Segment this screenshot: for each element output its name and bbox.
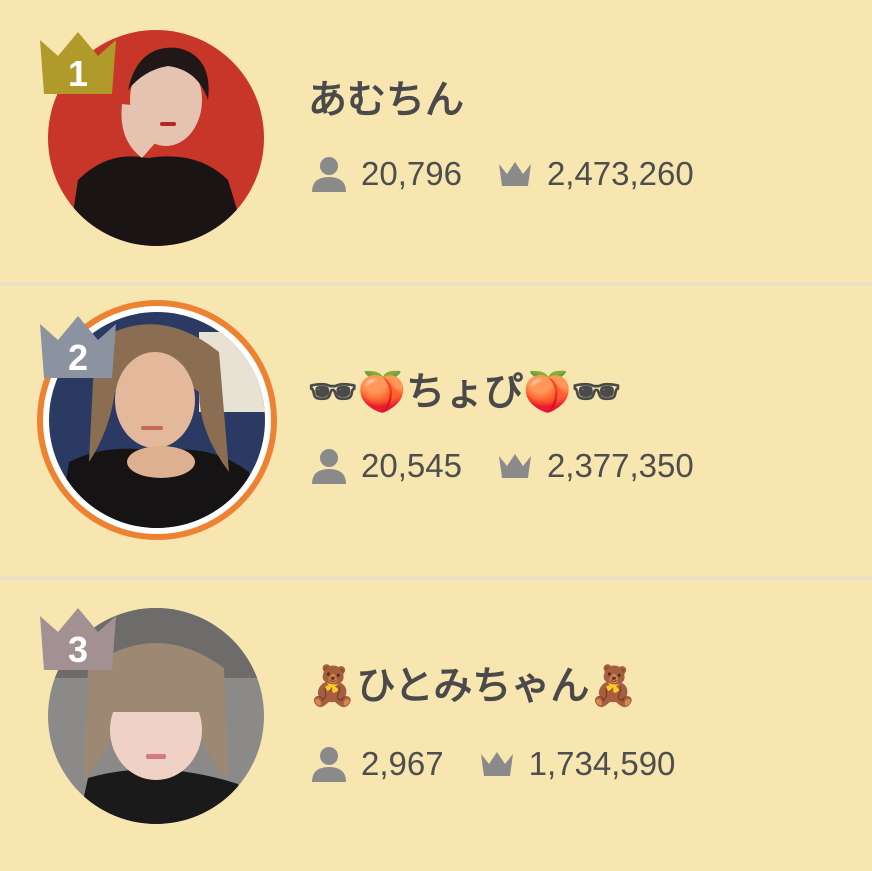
ranking-list: 1 あむちん 20,796 2,473,260 2 🕶🍑ちょぴ🍑🕶 20,545…: [0, 0, 872, 871]
followers-count: 20,796: [361, 155, 462, 192]
ranking-row[interactable]: 2 🕶🍑ちょぴ🍑🕶 20,545 2,377,350: [0, 286, 872, 576]
followers-count: 20,545: [361, 447, 462, 484]
ranking-row[interactable]: 1 あむちん 20,796 2,473,260: [0, 0, 872, 282]
crown-icon: [496, 448, 534, 484]
points-count: 1,734,590: [528, 745, 676, 782]
ranking-row[interactable]: 3 🧸ひとみちゃん🧸 2,967 1,734,590: [0, 580, 872, 871]
user-name[interactable]: 🧸ひとみちゃん🧸: [308, 662, 638, 712]
person-icon: [310, 448, 348, 484]
rank-number: 2: [67, 337, 89, 378]
user-stats: 20,545 2,377,350: [310, 446, 694, 486]
rank-number: 1: [67, 53, 89, 94]
crown-icon: [478, 746, 516, 782]
points-count: 2,377,350: [546, 447, 694, 484]
rank-badge: 1: [38, 32, 118, 94]
user-name[interactable]: あむちん: [308, 76, 464, 126]
user-stats: 20,796 2,473,260: [310, 154, 694, 194]
rank-badge: 3: [38, 608, 118, 670]
person-icon: [310, 746, 348, 782]
person-icon: [310, 156, 348, 192]
points-count: 2,473,260: [546, 155, 694, 192]
followers-count: 2,967: [361, 745, 444, 782]
user-stats: 2,967 1,734,590: [310, 744, 675, 784]
user-name[interactable]: 🕶🍑ちょぴ🍑🕶: [308, 368, 621, 418]
rank-number: 3: [67, 629, 89, 670]
rank-badge: 2: [38, 316, 118, 378]
crown-icon: [496, 156, 534, 192]
